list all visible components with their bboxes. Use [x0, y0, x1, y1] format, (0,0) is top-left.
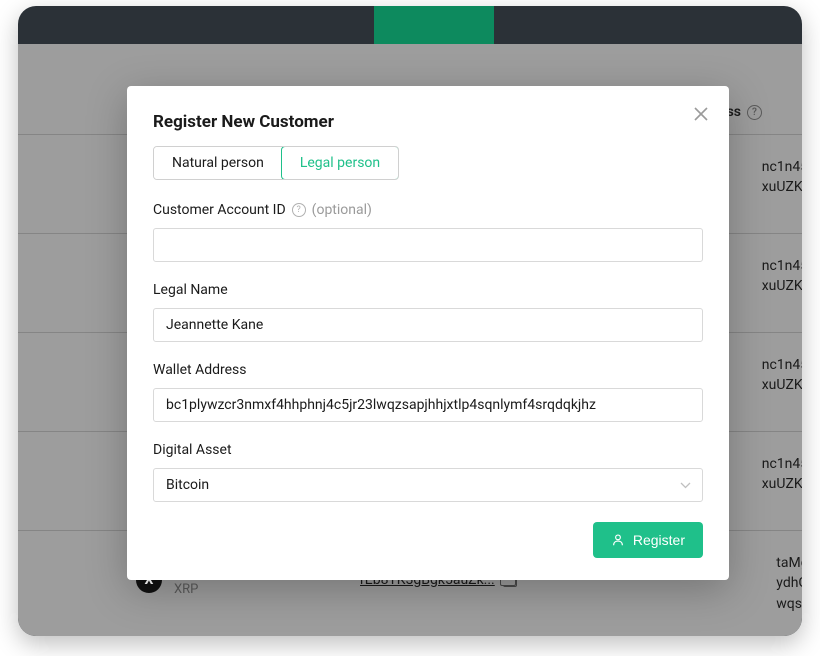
modal-title: Register New Customer — [153, 112, 703, 132]
field-legal-name: Legal Name — [153, 282, 703, 342]
field-label: Wallet Address — [153, 362, 703, 378]
help-icon: ? — [747, 105, 762, 120]
field-label: Digital Asset — [153, 442, 703, 458]
field-label: Legal Name — [153, 282, 703, 298]
close-icon — [691, 104, 711, 124]
field-label: Customer Account ID ? (optional) — [153, 202, 703, 218]
field-wallet-address: Wallet Address — [153, 362, 703, 422]
label-text: Customer Account ID — [153, 202, 286, 218]
person-type-tabs: Natural person Legal person — [153, 146, 399, 180]
address-cell: taMgkZxSRVnc1n45KRFkJV ydhGWqLxFsxuUZK36… — [776, 553, 802, 614]
top-accent-bar — [374, 6, 494, 44]
tab-natural-person[interactable]: Natural person — [154, 147, 282, 179]
field-account-id: Customer Account ID ? (optional) — [153, 202, 703, 262]
label-text: Digital Asset — [153, 442, 232, 458]
register-button-label: Register — [633, 532, 685, 548]
column-header-ss: ss ? — [727, 104, 762, 120]
help-icon[interactable]: ? — [292, 203, 306, 217]
legal-name-input[interactable] — [153, 308, 703, 342]
account-id-input[interactable] — [153, 228, 703, 262]
wallet-address-input[interactable] — [153, 388, 703, 422]
label-text: Wallet Address — [153, 362, 247, 378]
register-button[interactable]: Register — [593, 522, 703, 558]
modal-footer: Register — [153, 522, 703, 558]
address-cell: nc1n45KRFkJV xuUZK366rSa — [762, 256, 802, 297]
field-digital-asset: Digital Asset — [153, 442, 703, 502]
address-cell: nc1n45KRFkJV xuUZK366rSa — [762, 355, 802, 396]
digital-asset-value[interactable] — [153, 468, 703, 502]
close-button[interactable] — [691, 104, 711, 124]
optional-text: (optional) — [312, 202, 372, 218]
tab-legal-person[interactable]: Legal person — [281, 146, 399, 180]
digital-asset-select[interactable] — [153, 468, 703, 502]
app-frame: ss ? nc1n45KRFkJV xuUZK366rSa nc1n45KRFk… — [18, 6, 802, 636]
user-icon — [611, 533, 625, 547]
asset-code: XRP — [174, 582, 242, 597]
address-cell: nc1n45KRFkJV xuUZK366rSa — [762, 454, 802, 495]
address-cell: nc1n45KRFkJV xuUZK366rSa — [762, 157, 802, 198]
label-text: Legal Name — [153, 282, 228, 298]
register-customer-modal: Register New Customer Natural person Leg… — [127, 86, 729, 580]
